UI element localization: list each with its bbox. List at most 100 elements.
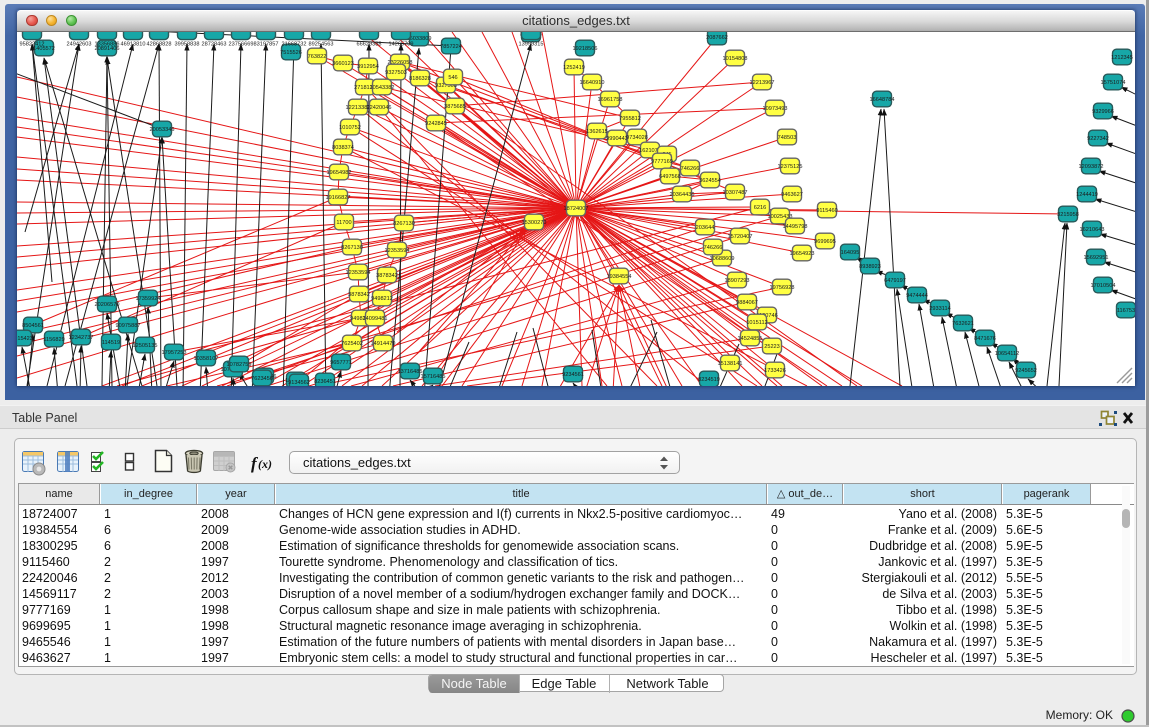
svg-text:42868828: 42868828 [147,41,172,47]
svg-text:1010752: 1010752 [339,125,361,131]
svg-text:9463627: 9463627 [781,192,803,198]
svg-text:8267130: 8267130 [393,221,415,227]
svg-text:3912954: 3912954 [357,64,379,70]
svg-text:1252419: 1252419 [563,65,585,71]
svg-text:46913810: 46913810 [121,41,146,47]
svg-text:14524851: 14524851 [738,336,763,342]
svg-text:(x): (x) [258,457,272,471]
svg-text:10358107: 10358107 [194,356,219,362]
svg-text:114519: 114519 [102,340,120,346]
svg-text:1362615: 1362615 [586,129,608,135]
svg-text:164095: 164095 [841,250,860,256]
svg-text:15751074: 15751074 [1101,80,1126,86]
svg-text:16210643: 16210643 [1080,227,1105,233]
svg-text:12093872: 12093872 [1079,164,1104,170]
svg-text:12505135: 12505135 [133,343,158,349]
svg-text:10973493: 10973493 [763,106,788,112]
svg-text:9884067: 9884067 [736,300,758,306]
svg-text:6479197: 6479197 [884,278,906,284]
svg-text:2933114: 2933114 [929,306,950,312]
svg-text:18907293: 18907293 [725,278,750,284]
svg-text:15720407: 15720407 [728,234,753,240]
svg-text:90975887: 90975887 [116,323,141,329]
svg-text:3915423: 3915423 [17,336,33,342]
svg-text:3215958: 3215958 [1057,212,1079,218]
svg-text:8234519: 8234519 [698,377,720,383]
svg-text:9777169: 9777169 [651,159,673,165]
svg-text:23756669: 23756669 [229,41,254,47]
svg-text:89254563: 89254563 [309,41,334,47]
svg-text:6497568: 6497568 [659,174,681,180]
svg-text:7632621: 7632621 [952,321,974,327]
svg-text:21668732: 21668732 [282,41,307,47]
svg-text:19756928: 19756928 [770,285,795,291]
svg-text:13716485: 13716485 [398,369,423,375]
svg-text:10782759: 10782759 [227,362,252,368]
svg-text:13356886: 13356886 [95,41,120,47]
svg-text:19166827: 19166827 [326,195,351,201]
svg-text:9115460: 9115460 [816,208,837,214]
svg-text:22420046: 22420046 [367,105,392,111]
svg-text:8938923: 8938923 [859,264,881,270]
svg-text:546: 546 [448,75,457,81]
svg-text:25223: 25223 [764,344,780,350]
svg-text:10154808: 10154808 [723,56,748,62]
svg-text:19654923: 19654923 [790,251,815,257]
svg-text:16640910: 16640910 [580,80,605,86]
svg-text:8267130: 8267130 [341,245,363,251]
svg-text:7857224: 7857224 [440,44,462,50]
svg-text:28728463: 28728463 [202,41,227,47]
svg-text:3878342: 3878342 [348,292,370,298]
svg-text:8236451: 8236451 [314,379,336,385]
svg-text:3660123: 3660123 [332,61,354,67]
svg-text:10543382: 10543382 [370,85,395,91]
svg-text:3878342: 3878342 [376,273,398,279]
svg-text:9734028: 9734028 [626,135,648,141]
svg-text:1244419: 1244419 [1076,192,1098,198]
svg-text:3624554: 3624554 [699,178,721,184]
svg-text:746266: 746266 [704,245,723,251]
svg-text:12353594: 12353594 [346,270,371,276]
svg-text:20053346: 20053346 [150,127,175,133]
svg-text:2087662: 2087662 [706,35,728,41]
svg-text:10654112: 10654112 [995,351,1019,357]
svg-text:746266: 746266 [681,166,700,172]
svg-text:9245652: 9245652 [1015,368,1037,374]
svg-text:19218506: 19218506 [573,46,598,52]
svg-text:8186328: 8186328 [409,76,431,82]
svg-text:15716485: 15716485 [421,374,446,380]
svg-text:9227342: 9227342 [1087,136,1109,142]
svg-text:7623456: 7623456 [251,376,273,382]
svg-text:9657771: 9657771 [330,360,352,366]
svg-text:9498212: 9498212 [371,296,393,302]
svg-text:8504561: 8504561 [22,323,44,329]
svg-text:1733426: 1733426 [764,368,786,374]
svg-text:95822412: 95822412 [20,41,45,47]
svg-text:12353594: 12353594 [385,248,410,254]
svg-text:17957253: 17957253 [162,350,187,356]
svg-text:24942603: 24942603 [67,41,92,47]
svg-text:16648784: 16648784 [870,97,895,103]
svg-text:14099481: 14099481 [363,316,388,322]
svg-text:763822: 763822 [308,54,327,60]
svg-text:14914479: 14914479 [371,341,396,347]
svg-text:9474444: 9474444 [906,293,928,299]
svg-text:14265799: 14265799 [389,41,414,47]
svg-text:20206570: 20206570 [95,302,120,308]
svg-text:17010504: 17010504 [1091,283,1116,289]
svg-text:19384554: 19384554 [607,274,632,280]
svg-text:6216: 6216 [754,205,766,211]
svg-text:1015112: 1015112 [746,320,767,326]
svg-text:7515526: 7515526 [280,50,302,56]
svg-text:12342737: 12342737 [69,335,94,341]
svg-text:10307487: 10307487 [723,190,748,196]
svg-text:3875685: 3875685 [444,104,466,110]
svg-text:7625402: 7625402 [341,341,363,347]
svg-text:15138141: 15138141 [718,361,743,367]
svg-text:14495798: 14495798 [783,224,808,230]
svg-text:18724007: 18724007 [564,206,589,212]
svg-text:1156829: 1156829 [43,337,64,343]
svg-text:66629388: 66629388 [357,41,382,47]
svg-text:748503: 748503 [778,135,797,141]
svg-text:39958838: 39958838 [175,41,200,47]
